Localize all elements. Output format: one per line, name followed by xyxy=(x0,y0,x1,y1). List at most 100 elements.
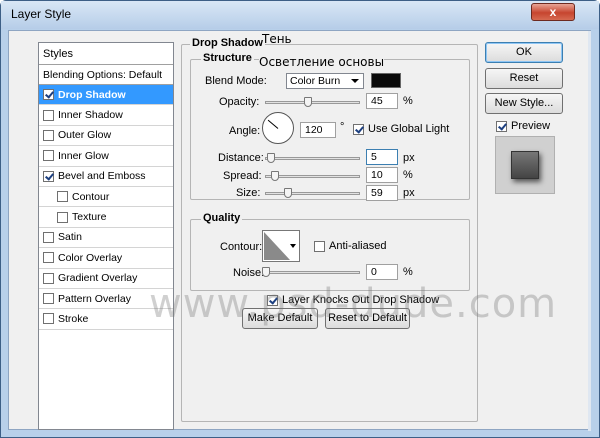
style-item-label: Pattern Overlay xyxy=(58,292,131,305)
style-item-checkbox[interactable] xyxy=(43,252,54,264)
preview-swatch xyxy=(511,151,539,179)
anti-aliased-checkbox[interactable] xyxy=(314,240,325,252)
style-item-checkbox[interactable] xyxy=(43,89,54,101)
anti-aliased[interactable]: Anti-aliased xyxy=(314,240,386,252)
angle-label: Angle: xyxy=(229,125,261,137)
size-label: Size: xyxy=(236,187,261,199)
structure-title: Structure xyxy=(201,52,254,64)
style-item-label: Stroke xyxy=(58,312,89,325)
opacity-label: Opacity: xyxy=(219,96,260,108)
style-item-inner-glow[interactable]: Inner Glow xyxy=(39,146,173,167)
style-item-checkbox[interactable] xyxy=(43,150,54,162)
style-item-label: Inner Shadow xyxy=(58,109,123,122)
style-item-texture[interactable]: Texture xyxy=(39,207,173,228)
style-item-label: Drop Shadow xyxy=(58,88,126,101)
contour-picker[interactable] xyxy=(262,230,300,262)
contour-label: Contour: xyxy=(220,241,263,253)
style-item-label: Texture xyxy=(72,211,107,224)
style-item-checkbox[interactable] xyxy=(43,313,54,325)
opacity-input[interactable]: 45 xyxy=(366,93,398,109)
style-item-checkbox[interactable] xyxy=(43,109,54,121)
style-item-label: Color Overlay xyxy=(58,251,123,264)
style-item-bevel-and-emboss[interactable]: Bevel and Emboss xyxy=(39,167,173,187)
close-icon: x xyxy=(549,5,557,19)
style-item-outer-glow[interactable]: Outer Glow xyxy=(39,126,173,147)
shadow-color-swatch[interactable] xyxy=(371,73,401,88)
angle-unit: ° xyxy=(340,121,345,133)
noise-slider-thumb[interactable] xyxy=(262,267,270,277)
distance-unit: px xyxy=(403,152,415,164)
caption-blend: Осветление основы xyxy=(259,55,385,69)
contour-preview xyxy=(264,232,290,260)
preview-label: Preview xyxy=(511,120,551,132)
preview-checkbox[interactable] xyxy=(496,120,507,132)
chevron-down-icon xyxy=(351,79,359,83)
preview-thumbnail xyxy=(495,136,555,194)
new-style-button[interactable]: New Style... xyxy=(485,93,563,114)
reset-button[interactable]: Reset xyxy=(485,68,563,89)
opacity-slider[interactable] xyxy=(265,97,360,107)
spread-slider-thumb[interactable] xyxy=(271,171,280,181)
noise-label: Noise: xyxy=(233,267,265,279)
noise-slider[interactable] xyxy=(262,267,360,277)
blending-options-item[interactable]: Blending Options: Default xyxy=(39,65,173,85)
distance-slider-thumb[interactable] xyxy=(266,153,275,163)
caption-shadow: Тень xyxy=(262,32,292,46)
scrollbar xyxy=(588,31,591,431)
distance-slider[interactable] xyxy=(265,153,360,163)
blend-mode-select[interactable]: Color Burn xyxy=(286,73,364,89)
opacity-unit: % xyxy=(403,95,413,107)
distance-label: Distance: xyxy=(218,152,264,164)
size-unit: px xyxy=(403,187,415,199)
spread-label: Spread: xyxy=(223,170,262,182)
style-item-label: Inner Glow xyxy=(58,149,109,162)
angle-input[interactable]: 120 xyxy=(300,122,336,138)
style-item-checkbox[interactable] xyxy=(43,129,54,141)
styles-header[interactable]: Styles xyxy=(39,43,173,65)
use-global-light-checkbox[interactable] xyxy=(353,123,364,135)
style-item-contour[interactable]: Contour xyxy=(39,187,173,208)
style-item-checkbox[interactable] xyxy=(43,272,54,284)
opacity-slider-thumb[interactable] xyxy=(303,97,312,107)
use-global-light-label: Use Global Light xyxy=(368,123,450,135)
distance-input[interactable]: 5 xyxy=(366,149,398,165)
style-item-label: Satin xyxy=(58,231,82,244)
style-item-checkbox[interactable] xyxy=(57,191,68,203)
style-item-checkbox[interactable] xyxy=(43,293,54,305)
blend-mode-label: Blend Mode: xyxy=(205,75,267,87)
ok-button[interactable]: OK xyxy=(485,42,563,63)
style-item-label: Gradient Overlay xyxy=(58,272,138,285)
use-global-light[interactable]: Use Global Light xyxy=(353,123,449,135)
style-item-satin[interactable]: Satin xyxy=(39,228,173,249)
anti-aliased-label: Anti-aliased xyxy=(329,240,387,252)
size-slider-thumb[interactable] xyxy=(283,188,292,198)
dialog-body: Styles Blending Options: Default Drop Sh… xyxy=(8,30,591,431)
style-item-label: Contour xyxy=(72,190,110,203)
angle-dial-hand xyxy=(267,119,279,129)
watermark: www.psd-dude.com xyxy=(149,281,558,327)
style-item-label: Outer Glow xyxy=(58,129,112,142)
style-item-checkbox[interactable] xyxy=(43,231,54,243)
style-item-drop-shadow[interactable]: Drop Shadow xyxy=(39,85,173,106)
style-item-color-overlay[interactable]: Color Overlay xyxy=(39,248,173,269)
drop-shadow-title: Drop Shadow xyxy=(190,37,265,49)
noise-unit: % xyxy=(403,266,413,278)
noise-input[interactable]: 0 xyxy=(366,264,398,280)
chevron-down-icon xyxy=(290,244,296,248)
spread-input[interactable]: 10 xyxy=(366,167,398,183)
window-title: Layer Style xyxy=(11,7,72,21)
title-bar: Layer Style x xyxy=(1,1,599,29)
styles-list: Styles Blending Options: Default Drop Sh… xyxy=(38,42,174,430)
quality-title: Quality xyxy=(201,212,243,224)
style-item-checkbox[interactable] xyxy=(43,170,54,182)
size-slider[interactable] xyxy=(265,188,360,198)
close-button[interactable]: x xyxy=(531,3,575,21)
style-item-inner-shadow[interactable]: Inner Shadow xyxy=(39,105,173,126)
size-input[interactable]: 59 xyxy=(366,185,398,201)
style-item-checkbox[interactable] xyxy=(57,211,68,223)
spread-unit: % xyxy=(403,169,413,181)
angle-dial[interactable] xyxy=(262,112,294,144)
blend-mode-value: Color Burn xyxy=(290,75,341,87)
preview-toggle[interactable]: Preview xyxy=(496,120,550,132)
spread-slider[interactable] xyxy=(265,171,360,181)
